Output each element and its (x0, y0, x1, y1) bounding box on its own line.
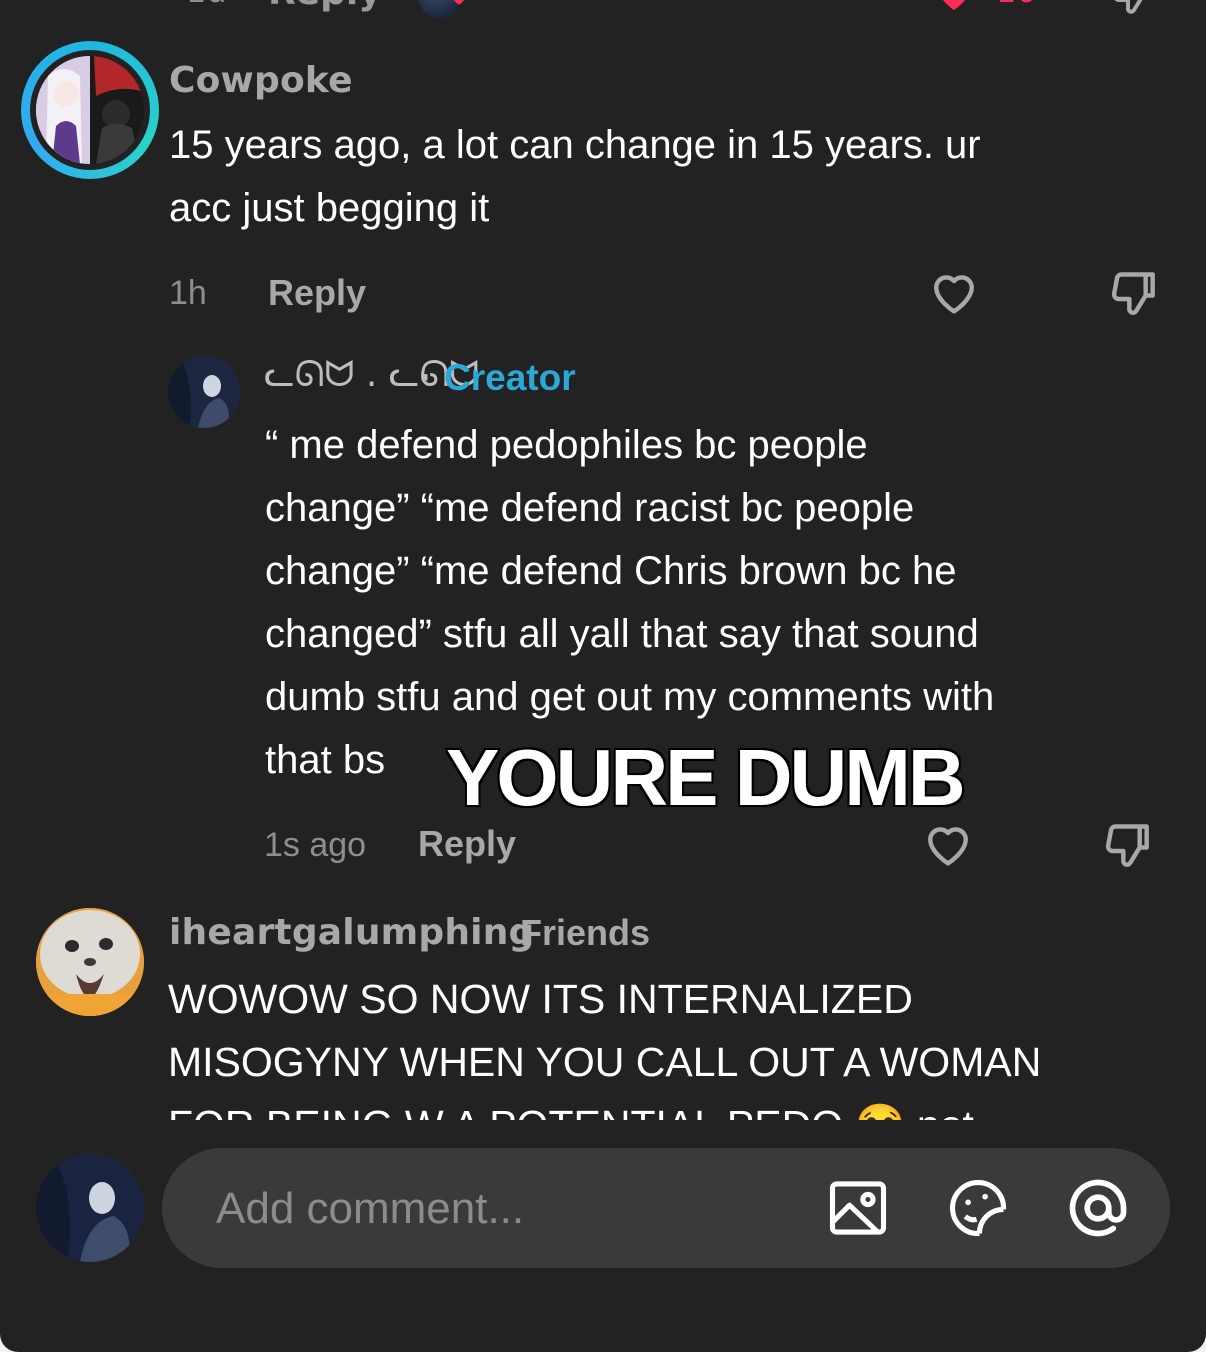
previous-comment-dislike-icon[interactable] (1108, 0, 1156, 18)
comment-username[interactable]: iheartgalumphing (169, 912, 535, 953)
mention-icon[interactable] (1064, 1174, 1132, 1242)
reply-button[interactable]: Reply (418, 823, 516, 865)
caption-overlay: YOURE DUMB (445, 732, 968, 824)
dislike-icon[interactable] (1100, 816, 1156, 872)
cowpoke-avatar[interactable] (21, 41, 159, 179)
comment-line: MISOGYNY WHEN YOU CALL OUT A WOMAN (168, 1039, 1042, 1085)
comment-line: change” “me defend racist bc people (265, 486, 915, 530)
comment-body-clipped: WOWOW SO NOW ITS INTERNALIZED MISOGYNY W… (168, 968, 1178, 1120)
reply-button[interactable]: Reply (268, 272, 366, 314)
reply-time: 1s ago (264, 826, 367, 864)
dislike-icon[interactable] (1106, 264, 1162, 320)
previous-comment-like-count: 10 (996, 0, 1037, 10)
comment-line: change” “me defend Chris brown bc he (265, 549, 957, 593)
username-separator: · (418, 358, 431, 398)
friends-badge: · Friends (498, 912, 650, 954)
comment-line: “ me defend pedophiles bc people (265, 423, 868, 467)
creator-liked-heart-icon (453, 0, 465, 5)
comment-line: FOR BEING W A POTENTIAL PEDO 😂 not (168, 1094, 1178, 1120)
creator-badge: Creator (444, 357, 576, 398)
comment-composer (162, 1148, 1170, 1268)
current-user-avatar (36, 1154, 144, 1262)
comment-line: changed” stfu all yall that say that sou… (265, 612, 979, 656)
comment-time: 1h (169, 274, 207, 312)
comment-body: WOWOW SO NOW ITS INTERNALIZED MISOGYNY W… (168, 968, 1178, 1120)
sticker-icon[interactable] (944, 1174, 1012, 1242)
image-icon[interactable] (824, 1174, 892, 1242)
cowpoke-avatar-image (36, 56, 144, 164)
previous-comment-heart-filled-icon[interactable] (930, 0, 978, 16)
heart-outline-icon[interactable] (926, 264, 982, 320)
comment-line: 15 years ago, a lot can change in 15 yea… (169, 123, 981, 167)
comments-screen: 1d Reply 10 (0, 0, 1206, 1352)
previous-comment-time: 1d (186, 0, 227, 10)
add-comment-input[interactable] (214, 1170, 778, 1248)
creator-avatar[interactable] (168, 356, 240, 428)
previous-comment-actions: 1d Reply 10 (0, 0, 1206, 20)
heart-outline-icon[interactable] (920, 816, 976, 872)
comment-line: dumb stfu and get out my comments with (265, 675, 995, 719)
previous-comment-reply-button[interactable]: Reply (268, 0, 382, 13)
comment-username[interactable]: Cowpoke (169, 60, 353, 101)
username-separator: · (498, 912, 510, 953)
friends-label: Friends (520, 912, 651, 953)
comment-line: WOWOW SO NOW ITS INTERNALIZED (168, 976, 913, 1022)
iheartgalumphing-avatar[interactable] (36, 908, 144, 1016)
comment-body: 15 years ago, a lot can change in 15 yea… (169, 114, 1179, 240)
comment-line: acc just begging it (169, 186, 490, 230)
